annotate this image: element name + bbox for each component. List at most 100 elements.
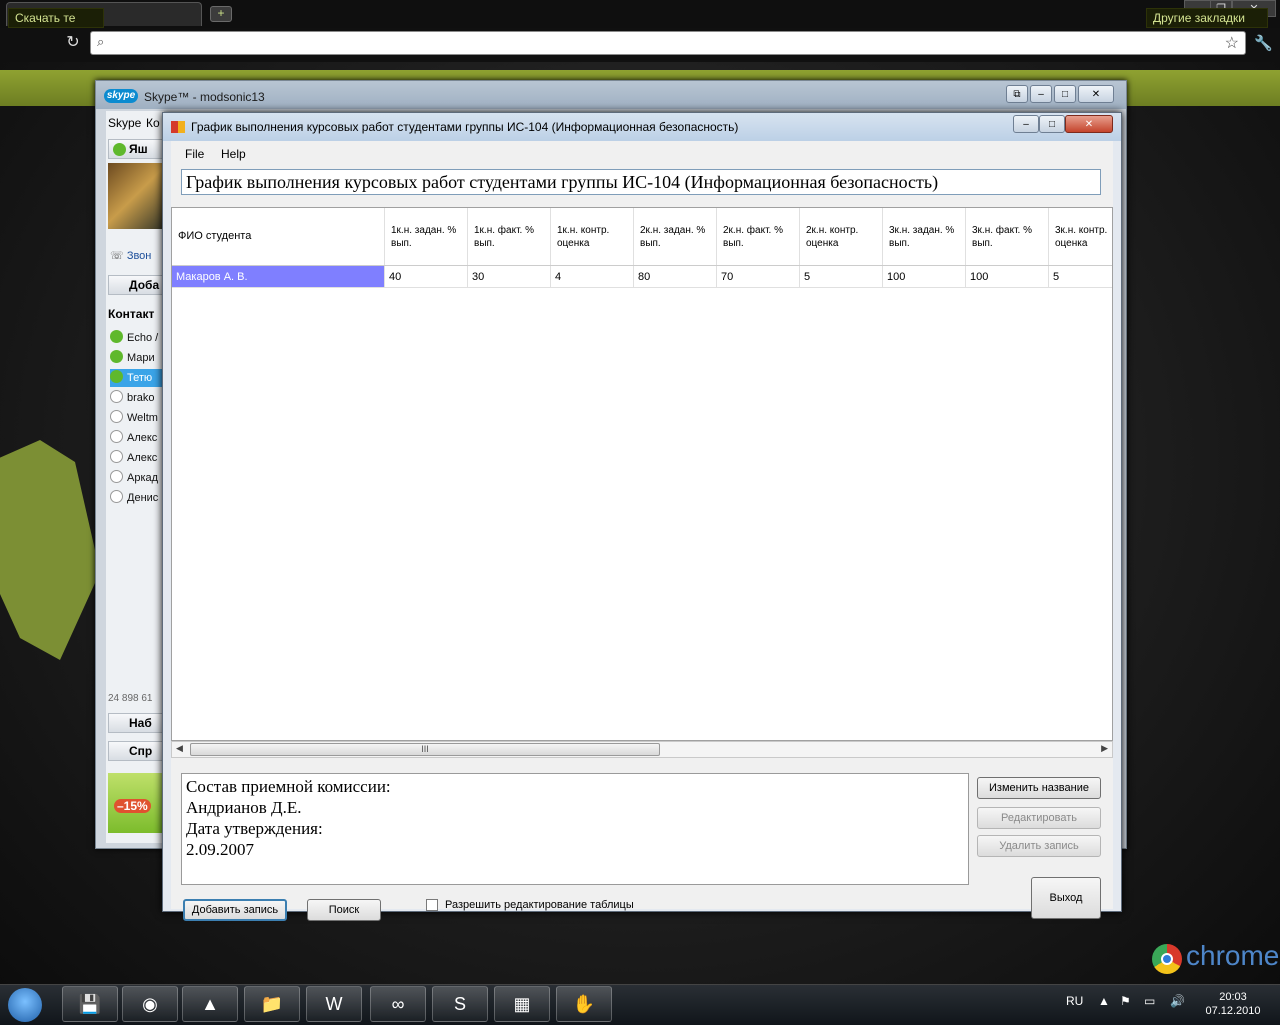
contact-item[interactable]: Алекс (110, 449, 170, 467)
table-cell[interactable]: 40 (384, 265, 468, 288)
table-cell[interactable]: 70 (716, 265, 800, 288)
skype-status-button[interactable]: Яш (108, 139, 166, 159)
aimp-icon[interactable]: ▲ (182, 986, 238, 1022)
start-button-icon[interactable] (8, 988, 42, 1022)
word-icon[interactable]: W (306, 986, 362, 1022)
heading-textbox[interactable]: График выполнения курсовых работ студент… (181, 169, 1101, 195)
promo-banner[interactable]: –15% (108, 773, 162, 833)
menu-help[interactable]: Help (221, 147, 246, 161)
online-status-icon (113, 143, 126, 156)
search-button[interactable]: Спр (108, 741, 166, 761)
column-header[interactable]: 2к.н. задан. % вып. (633, 208, 717, 266)
rename-button[interactable]: Изменить название (977, 777, 1101, 799)
action-center-flag-icon[interactable]: ⚑ (1120, 994, 1131, 1008)
commission-memo[interactable]: Состав приемной комиссии: Андрианов Д.Е.… (181, 773, 969, 885)
column-header[interactable]: 1к.н. задан. % вып. (384, 208, 468, 266)
new-tab-button[interactable]: + (210, 6, 232, 22)
contact-item[interactable]: Тетю (110, 369, 170, 387)
call-label: Звон (126, 250, 152, 262)
avatar[interactable] (108, 163, 162, 229)
app-taskbar-icon[interactable]: ▦ (494, 986, 550, 1022)
contact-item[interactable]: Денис (110, 489, 170, 507)
other-bookmarks-button[interactable]: Другие закладки (1146, 8, 1268, 28)
dial-label: Наб (129, 716, 152, 730)
scroll-left-icon[interactable]: ◀ (176, 743, 183, 754)
skype-minimize-button[interactable]: – (1030, 85, 1052, 103)
skype-taskbar-icon[interactable]: S (432, 986, 488, 1022)
column-header[interactable]: 2к.н. контр. оценка (799, 208, 883, 266)
show-hidden-icons-icon[interactable]: ▲ (1098, 994, 1110, 1008)
form-maximize-button[interactable]: □ (1039, 115, 1065, 133)
table-cell[interactable]: 5 (799, 265, 883, 288)
exit-button[interactable]: Выход (1031, 877, 1101, 919)
column-header[interactable]: ФИО студента (172, 208, 385, 266)
phone-icon: ☏ (110, 250, 127, 262)
add-contact-button[interactable]: Доба (108, 275, 166, 295)
menu-file[interactable]: File (185, 147, 204, 161)
column-header[interactable]: 1к.н. контр. оценка (550, 208, 634, 266)
table-cell[interactable]: 80 (633, 265, 717, 288)
call-link[interactable]: ☏ Звон (110, 247, 170, 265)
skype-maximize-button[interactable]: □ (1054, 85, 1076, 103)
allow-edit-checkbox[interactable] (426, 899, 438, 911)
table-cell[interactable]: 100 (965, 265, 1049, 288)
address-bar[interactable]: ⌕ ☆ (90, 31, 1246, 55)
form-close-button[interactable]: ✕ (1065, 115, 1113, 133)
explorer-folder-icon[interactable]: 📁 (244, 986, 300, 1022)
add-record-button[interactable]: Добавить запись (183, 899, 287, 921)
form-window-title: График выполнения курсовых работ студент… (191, 120, 739, 134)
dial-button[interactable]: Наб (108, 713, 166, 733)
taskbar-clock[interactable]: 20:03 07.12.2010 (1200, 990, 1266, 1018)
visual-studio-icon[interactable]: ∞ (370, 986, 426, 1022)
contact-item[interactable]: Аркад (110, 469, 170, 487)
skype-menu-contacts[interactable]: Ко (146, 116, 160, 130)
column-header[interactable]: 1к.н. факт. % вып. (467, 208, 551, 266)
data-grid[interactable]: ФИО студента 1к.н. задан. % вып. 1к.н. фак… (171, 207, 1113, 741)
save-disk-icon[interactable]: 💾 (62, 986, 118, 1022)
contact-item[interactable]: Алекс (110, 429, 170, 447)
column-header[interactable]: 3к.н. задан. % вып. (882, 208, 966, 266)
contact-item[interactable]: Weltm (110, 409, 170, 427)
column-header[interactable]: 3к.н. контр. оценка (1048, 208, 1112, 266)
bookmark-star-icon[interactable]: ☆ (1225, 33, 1239, 53)
course-schedule-window: График выполнения курсовых работ студент… (162, 112, 1122, 921)
table-cell[interactable]: 30 (467, 265, 551, 288)
allow-edit-label: Разрешить редактирование таблицы (445, 899, 634, 911)
edit-button[interactable]: Редактировать (977, 807, 1101, 829)
table-cell[interactable]: 5 (1048, 265, 1112, 288)
table-row[interactable]: Макаров А. В.4030480705100100512.12.2007 (172, 265, 1112, 288)
form-client-area: File Help График выполнения курсовых раб… (171, 141, 1113, 921)
chrome-taskbar-icon[interactable]: ◉ (122, 986, 178, 1022)
table-cell[interactable]: 4 (550, 265, 634, 288)
skype-sidebar: Skype Ко Яш ☏ Звон Доба Контакт Echo / Ма… (106, 111, 170, 843)
scroll-right-icon[interactable]: ▶ (1101, 743, 1108, 754)
table-cell[interactable]: Макаров А. В. (172, 265, 385, 288)
language-indicator[interactable]: RU (1066, 994, 1083, 1008)
skype-menu-skype[interactable]: Skype (108, 116, 141, 130)
delete-record-button[interactable]: Удалить запись (977, 835, 1101, 857)
volume-icon[interactable]: 🔊 (1170, 994, 1185, 1008)
search-icon: ⌕ (97, 34, 105, 49)
scrollbar-thumb[interactable]: III (190, 743, 660, 756)
contact-item[interactable]: Мари (110, 349, 170, 367)
contact-name: brako (127, 392, 155, 404)
network-icon[interactable]: ▭ (1144, 994, 1155, 1008)
archive-icon[interactable]: ✋ (556, 986, 612, 1022)
column-header[interactable]: 3к.н. факт. % вып. (965, 208, 1049, 266)
contact-item[interactable]: Echo / (110, 329, 170, 347)
bookmark-item[interactable]: Скачать те (8, 8, 104, 28)
skype-restore-button[interactable]: ⧉ (1006, 85, 1028, 103)
contact-item[interactable]: brako (110, 389, 170, 407)
column-header[interactable]: 2к.н. факт. % вып. (716, 208, 800, 266)
horizontal-scrollbar[interactable]: ◀ III ▶ (171, 741, 1113, 758)
clock-date: 07.12.2010 (1205, 1005, 1261, 1017)
skype-close-button[interactable]: ✕ (1078, 85, 1114, 103)
memo-line: 2.09.2007 (186, 840, 254, 859)
offline-status-icon (110, 450, 123, 463)
reload-icon[interactable]: ↻ (64, 34, 82, 52)
form-minimize-button[interactable]: – (1013, 115, 1039, 133)
contact-name: Алекс (127, 432, 158, 444)
table-cell[interactable]: 100 (882, 265, 966, 288)
wrench-icon[interactable]: 🔧 (1254, 34, 1273, 52)
search-button[interactable]: Поиск (307, 899, 381, 921)
